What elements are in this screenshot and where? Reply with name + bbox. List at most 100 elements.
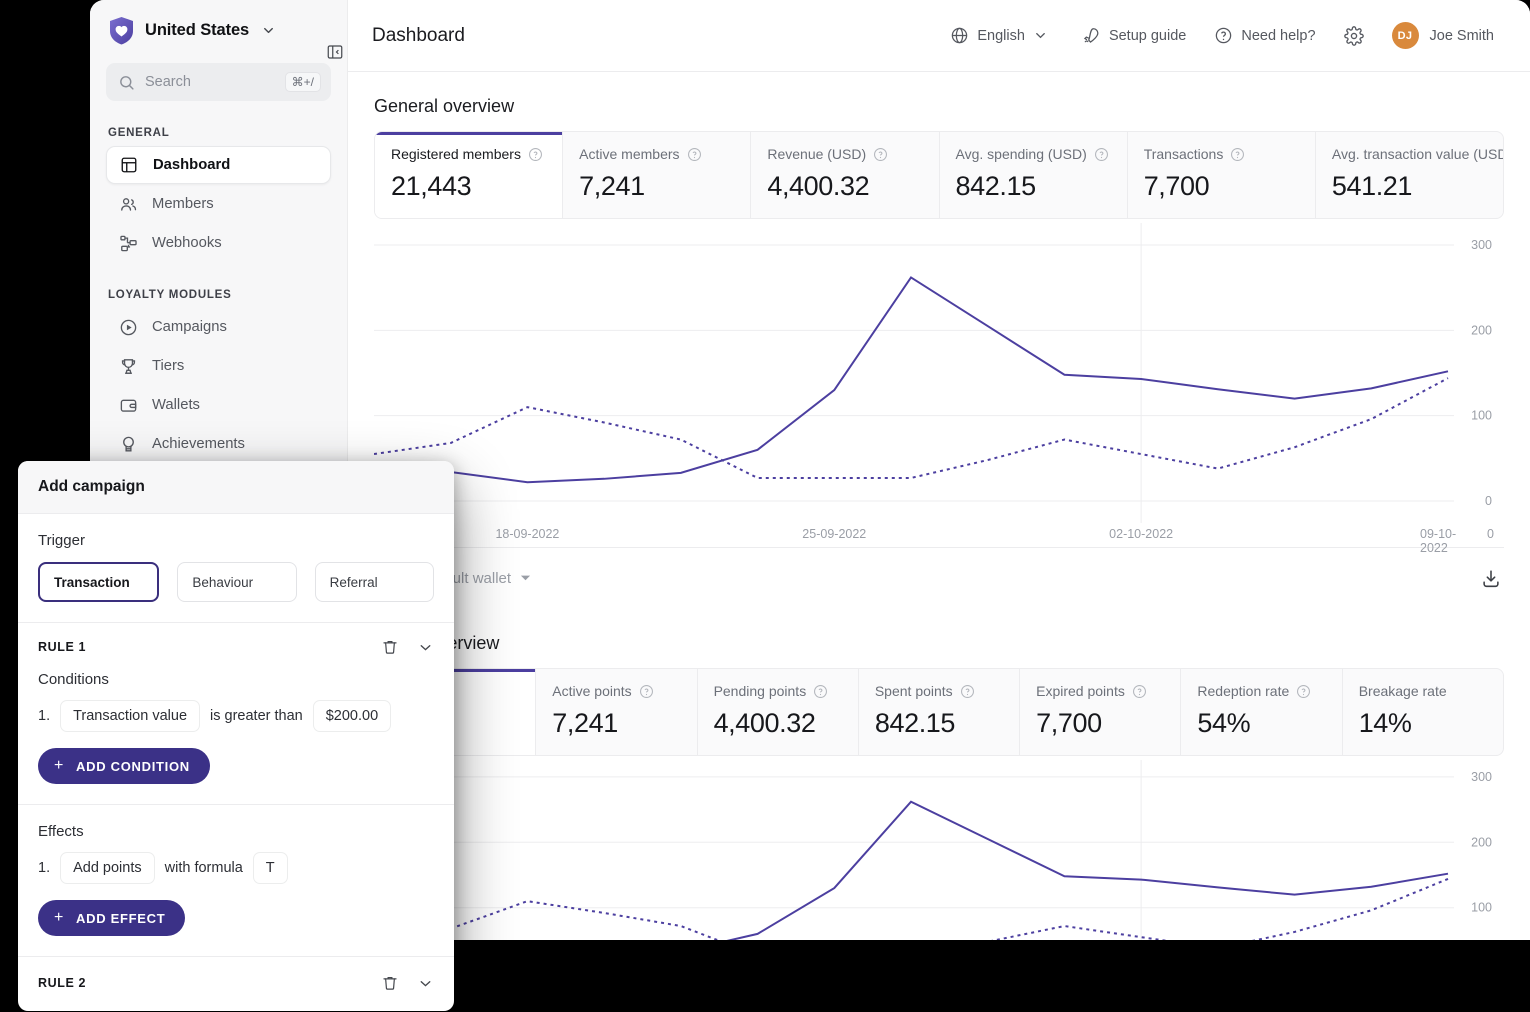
chart-y-zero-label: 0 (1487, 527, 1494, 541)
sidebar-item-achievements[interactable]: Achievements (106, 425, 331, 463)
question-circle-icon[interactable] (873, 147, 888, 162)
effects-label: Effects (38, 823, 84, 840)
effect-connector: with formula (164, 860, 243, 876)
chevron-down-icon[interactable] (261, 23, 276, 38)
trigger-option-behaviour[interactable]: Behaviour (177, 562, 297, 602)
question-circle-icon[interactable] (687, 147, 702, 162)
trash-icon[interactable] (381, 974, 399, 992)
wallet-overview-chart: 0 100 200 300 (374, 760, 1504, 940)
kpi-tab-pending-points[interactable]: Pending points 4,400.32 (696, 669, 858, 755)
kpi-tab-revenue[interactable]: Revenue (USD) 4,400.32 (750, 132, 938, 218)
chevron-down-icon (1033, 28, 1048, 43)
condition-field-select[interactable]: Transaction value (60, 700, 201, 732)
trash-icon[interactable] (381, 638, 399, 656)
chart-y-axis-labels: 0100200300 (1471, 770, 1492, 915)
kpi-tab-avg-spending[interactable]: Avg. spending (USD) 842.15 (938, 132, 1127, 218)
members-icon (118, 194, 138, 214)
need-help-button[interactable]: Need help? (1204, 20, 1325, 51)
rule-2-header[interactable]: RULE 2 (18, 957, 454, 1011)
effect-index: 1. (38, 860, 51, 876)
kpi-value: 4,400.32 (713, 708, 816, 738)
webhooks-icon (118, 233, 138, 253)
sidebar-item-campaigns[interactable]: Campaigns (106, 308, 331, 346)
chevron-down-icon[interactable] (417, 975, 434, 992)
kpi-value: 7,241 (579, 171, 645, 201)
svg-text:100: 100 (1471, 409, 1492, 423)
user-menu[interactable]: DJ Joe Smith (1382, 16, 1504, 55)
kpi-label: Active members (579, 146, 680, 162)
language-selector[interactable]: English (940, 20, 1058, 51)
setup-guide-button[interactable]: Setup guide (1072, 20, 1196, 51)
panel-collapse-icon[interactable] (326, 43, 346, 63)
download-icon[interactable] (1480, 568, 1502, 590)
question-circle-icon[interactable] (1296, 684, 1311, 699)
svg-text:200: 200 (1471, 323, 1492, 337)
setup-guide-label: Setup guide (1108, 27, 1187, 44)
trigger-label: Trigger (38, 532, 85, 549)
globe-icon (950, 26, 969, 45)
kpi-tab-expired-points[interactable]: Expired points 7,700 (1019, 669, 1180, 755)
wallet-overview-kpi-tabs: ts Active points 7,241 Pending points (374, 668, 1504, 756)
rule-1-block: RULE 1 Conditions 1. Transaction value i… (18, 623, 454, 956)
question-circle-icon[interactable] (960, 684, 975, 699)
question-circle-icon[interactable] (813, 684, 828, 699)
main-content: Dashboard English Setup guide Need help?… (327, 0, 1530, 940)
svg-text:300: 300 (1471, 770, 1492, 784)
sidebar-item-wallets[interactable]: Wallets (106, 386, 331, 424)
condition-row: 1. Transaction value is greater than $20… (18, 700, 454, 732)
question-circle-icon[interactable] (528, 147, 543, 162)
sidebar-item-members[interactable]: Members (106, 185, 331, 223)
general-overview-section: General overview Registered members 21,4… (348, 72, 1530, 555)
kpi-tab-redemption-rate[interactable]: Redeption rate 54% (1180, 669, 1341, 755)
kpi-tab-active-points[interactable]: Active points 7,241 (535, 669, 696, 755)
search-input[interactable]: Search ⌘+/ (106, 63, 331, 101)
brand-selector[interactable]: United States (90, 0, 347, 57)
effect-formula-input[interactable]: T (252, 852, 288, 884)
trigger-option-referral[interactable]: Referral (314, 562, 434, 602)
chart-x-tick: 25-09-2022 (802, 527, 867, 541)
question-circle-icon[interactable] (1094, 147, 1109, 162)
kpi-label: Avg. transaction value (USD) (1331, 146, 1504, 162)
kpi-tab-avg-transaction-value[interactable]: Avg. transaction value (USD) 541.21 (1314, 132, 1504, 218)
sidebar-item-tiers[interactable]: Tiers (106, 347, 331, 385)
condition-operator: is greater than (210, 708, 303, 724)
question-circle-icon[interactable] (1132, 684, 1147, 699)
svg-text:0: 0 (1485, 494, 1492, 508)
add-condition-button[interactable]: + ADD CONDITION (38, 748, 210, 784)
user-name: Joe Smith (1429, 27, 1494, 44)
effect-action-select[interactable]: Add points (60, 852, 155, 884)
kpi-tab-transactions[interactable]: Transactions 7,700 (1126, 132, 1315, 218)
trigger-option-transaction[interactable]: Transaction (38, 562, 160, 602)
question-circle-icon[interactable] (1230, 147, 1245, 162)
top-bar-actions: English Setup guide Need help? DJ Joe Sm… (940, 16, 1504, 55)
add-campaign-modal: Add campaign Trigger Transaction Behavio… (18, 461, 454, 1011)
kpi-tab-active-members[interactable]: Active members 7,241 (562, 132, 750, 218)
add-effect-button[interactable]: + ADD EFFECT (38, 900, 186, 936)
avatar: DJ (1391, 22, 1419, 49)
settings-button[interactable] (1334, 20, 1374, 52)
condition-value-input[interactable]: $200.00 (312, 700, 392, 732)
brand-name: United States (145, 21, 250, 39)
chevron-down-icon[interactable] (417, 639, 434, 656)
rule-1-header: RULE 1 (18, 623, 454, 671)
condition-index: 1. (38, 708, 51, 724)
rule-2-title: RULE 2 (38, 976, 87, 990)
kpi-tab-registered-members[interactable]: Registered members 21,443 (375, 132, 563, 218)
kpi-label: Breakage rate (1358, 683, 1447, 699)
campaigns-play-icon (118, 317, 138, 337)
general-overview-title: General overview (374, 96, 515, 116)
wallet-toolbar: Default wallet (374, 547, 1504, 609)
sidebar-item-dashboard[interactable]: Dashboard (106, 146, 331, 184)
chart-x-tick: 09-10-2022 (1420, 527, 1457, 555)
sidebar-item-webhooks[interactable]: Webhooks (106, 224, 331, 262)
sidebar-item-label: Dashboard (153, 157, 231, 173)
kpi-tab-breakage-rate[interactable]: Breakage rate 14% (1341, 669, 1503, 755)
question-circle-icon[interactable] (639, 684, 654, 699)
kpi-tab-spent-points[interactable]: Spent points 842.15 (857, 669, 1019, 755)
achievement-medal-icon (118, 434, 138, 454)
wallet-overview-section: Wallet overview ts Active points 7,241 (348, 609, 1530, 940)
kpi-value: 7,241 (552, 708, 618, 738)
conditions-label: Conditions (38, 671, 109, 688)
page-title: Dashboard (372, 24, 465, 46)
plus-icon: + (54, 757, 65, 774)
